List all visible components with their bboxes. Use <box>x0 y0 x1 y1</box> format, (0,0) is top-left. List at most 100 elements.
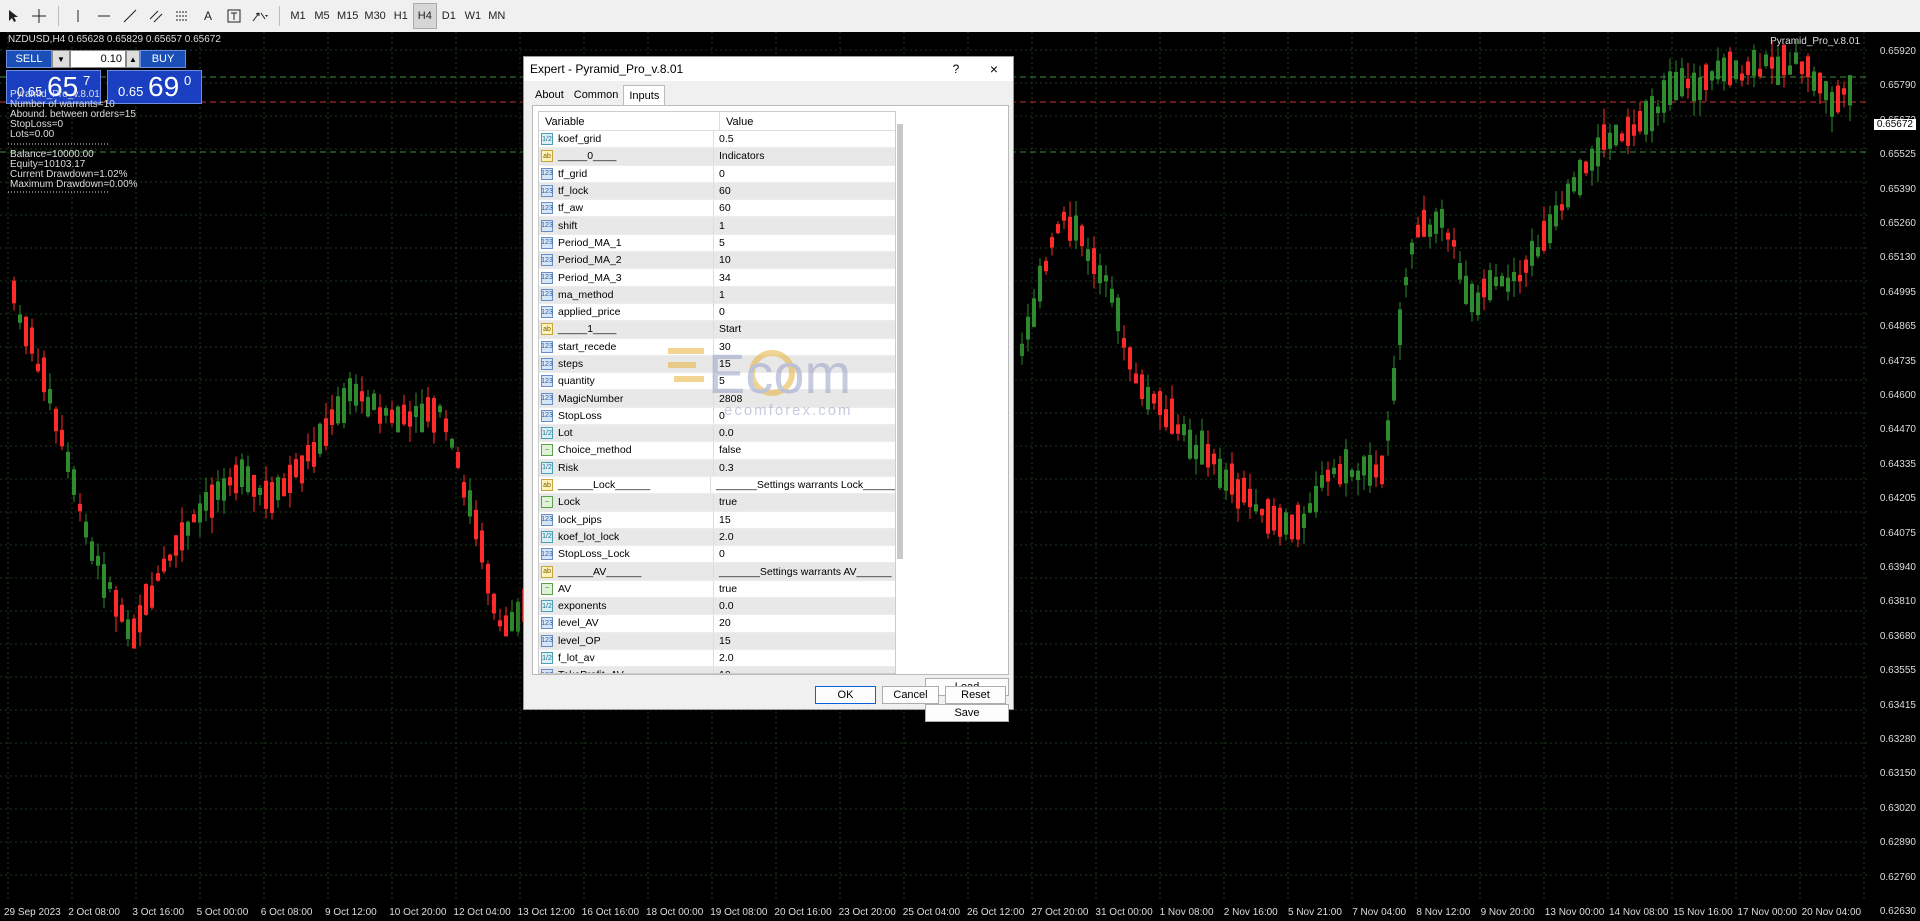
value-cell[interactable]: 2.0 <box>714 531 734 543</box>
table-row[interactable]: ~ Lock true <box>539 494 895 512</box>
value-cell[interactable]: 0 <box>714 306 725 318</box>
table-row[interactable]: 123 TakeProfit_AV 10 <box>539 667 895 673</box>
column-header-value[interactable]: Value <box>720 112 753 130</box>
vertical-line-icon[interactable] <box>65 3 91 29</box>
timeframe-h4[interactable]: H4 <box>412 3 437 29</box>
value-cell[interactable]: 15 <box>714 635 731 647</box>
value-cell[interactable]: 15 <box>714 514 731 526</box>
value-cell[interactable]: 2.0 <box>714 652 734 664</box>
timeframe-m1[interactable]: M1 <box>286 3 310 29</box>
table-row[interactable]: 123 Period_MA_2 10 <box>539 252 895 270</box>
value-cell[interactable]: 34 <box>714 272 731 284</box>
buy-button[interactable]: BUY <box>140 50 186 68</box>
table-row[interactable]: 123 tf_lock 60 <box>539 182 895 201</box>
table-row[interactable]: ab _____1____ Start <box>539 321 895 339</box>
table-row[interactable]: ab ______Lock______ _______Settings warran… <box>539 476 895 495</box>
table-row[interactable]: 123 Period_MA_1 5 <box>539 234 895 253</box>
dialog-titlebar[interactable]: Expert - Pyramid_Pro_v.8.01 ? × <box>524 57 1013 81</box>
lot-size-input[interactable] <box>70 50 126 68</box>
table-row[interactable]: 1/2 f_lot_av 2.0 <box>539 649 895 668</box>
table-row[interactable]: 1/2 Risk 0.3 <box>539 459 895 477</box>
table-row[interactable]: 123 shift 1 <box>539 217 895 235</box>
value-cell[interactable]: 0 <box>714 548 725 560</box>
value-cell[interactable]: Start <box>714 323 741 335</box>
column-header-variable[interactable]: Variable <box>539 112 720 130</box>
timeframe-w1[interactable]: W1 <box>461 3 485 29</box>
value-cell[interactable]: 10 <box>714 254 731 266</box>
value-cell[interactable]: 1 <box>714 289 725 301</box>
table-row[interactable]: 123 Period_MA_3 34 <box>539 269 895 287</box>
table-row[interactable]: 1/2 exponents 0.0 <box>539 598 895 616</box>
value-cell[interactable]: true <box>714 496 737 508</box>
timeframe-m30[interactable]: M30 <box>361 3 388 29</box>
timeframe-m5[interactable]: M5 <box>310 3 334 29</box>
sell-button[interactable]: SELL <box>6 50 52 68</box>
table-row[interactable]: ~ Choice_method false <box>539 442 895 460</box>
value-cell[interactable]: 60 <box>714 202 731 214</box>
table-row[interactable]: 123 tf_aw 60 <box>539 200 895 218</box>
table-row[interactable]: 123 tf_grid 0 <box>539 165 895 183</box>
variable-cell: 1/2 koef_lot_lock <box>539 528 714 546</box>
cursor-icon[interactable] <box>0 3 26 29</box>
timeframe-mn[interactable]: MN <box>485 3 509 29</box>
time-axis-label: 9 Nov 20:00 <box>1480 907 1535 918</box>
table-row[interactable]: 123 StopLoss_Lock 0 <box>539 546 895 564</box>
value-cell[interactable]: 5 <box>714 237 725 249</box>
text-icon[interactable]: A <box>195 3 221 29</box>
value-cell[interactable]: 0.3 <box>714 462 734 474</box>
table-row[interactable]: 123 lock_pips 15 <box>539 511 895 529</box>
text-label-icon[interactable] <box>221 3 247 29</box>
reset-button[interactable]: Reset <box>945 686 1006 704</box>
timeframe-h1[interactable]: H1 <box>389 3 413 29</box>
table-row[interactable]: 123 level_AV 20 <box>539 615 895 633</box>
value-cell[interactable]: true <box>714 583 737 595</box>
ok-button[interactable]: OK <box>815 686 876 704</box>
int-type-icon: 123 <box>541 392 553 405</box>
crosshair-icon[interactable] <box>26 3 52 29</box>
table-row[interactable]: 123 level_OP 15 <box>539 632 895 650</box>
value-cell[interactable]: 0 <box>714 168 725 180</box>
value-cell[interactable]: _______Settings warrants Lock______ <box>711 479 895 491</box>
close-icon[interactable]: × <box>985 60 1003 78</box>
table-row[interactable]: ab _____0____ Indicators <box>539 148 895 166</box>
value-cell[interactable]: 60 <box>714 185 731 197</box>
tab-inputs[interactable]: Inputs <box>623 85 666 106</box>
arrows-icon[interactable] <box>247 3 273 29</box>
value-cell[interactable]: 0.5 <box>714 133 734 145</box>
help-button[interactable]: ? <box>947 60 965 78</box>
table-row[interactable]: ~ AV true <box>539 580 895 599</box>
channel-icon[interactable] <box>143 3 169 29</box>
table-row[interactable]: 1/2 koef_lot_lock 2.0 <box>539 528 895 547</box>
table-row[interactable]: 123 applied_price 0 <box>539 303 895 322</box>
tab-about[interactable]: About <box>530 85 569 105</box>
symbol-ohlc-line: NZDUSD,H4 0.65628 0.65829 0.65657 0.6567… <box>8 34 221 45</box>
tab-common[interactable]: Common <box>569 85 624 105</box>
value-cell[interactable]: Indicators <box>714 150 765 162</box>
candle-body <box>1602 124 1606 150</box>
timeframe-m15[interactable]: M15 <box>334 3 361 29</box>
value-cell[interactable]: 1 <box>714 220 725 232</box>
int-type-icon: 123 <box>541 409 553 422</box>
table-row[interactable]: 123 ma_method 1 <box>539 286 895 304</box>
toolbar-divider <box>279 6 280 26</box>
value-cell[interactable]: 10 <box>714 669 731 673</box>
horizontal-line-icon[interactable] <box>91 3 117 29</box>
grid-scrollbar[interactable] <box>897 124 903 559</box>
table-row[interactable]: 1/2 Lot 0.0 <box>539 425 895 443</box>
price-axis-label: 0.64075 <box>1879 527 1916 539</box>
save-button[interactable]: Save <box>925 704 1009 722</box>
fibonacci-icon[interactable] <box>169 3 195 29</box>
value-cell[interactable]: false <box>714 444 741 456</box>
value-cell[interactable]: 0.0 <box>714 427 734 439</box>
lot-spin-button[interactable]: ▲ <box>126 50 140 68</box>
trendline-icon[interactable] <box>117 3 143 29</box>
variable-name: TakeProfit_AV <box>558 669 624 673</box>
value-cell[interactable]: _______Settings warrants AV______ <box>714 566 892 578</box>
value-cell[interactable]: 20 <box>714 617 731 629</box>
timeframe-d1[interactable]: D1 <box>437 3 461 29</box>
table-row[interactable]: 1/2 koef_grid 0.5 <box>539 131 895 149</box>
value-cell[interactable]: 0.0 <box>714 600 734 612</box>
table-row[interactable]: ab ______AV______ _______Settings warrants… <box>539 563 895 581</box>
cancel-button[interactable]: Cancel <box>882 686 939 704</box>
lot-dropdown-button[interactable]: ▼ <box>52 50 70 68</box>
